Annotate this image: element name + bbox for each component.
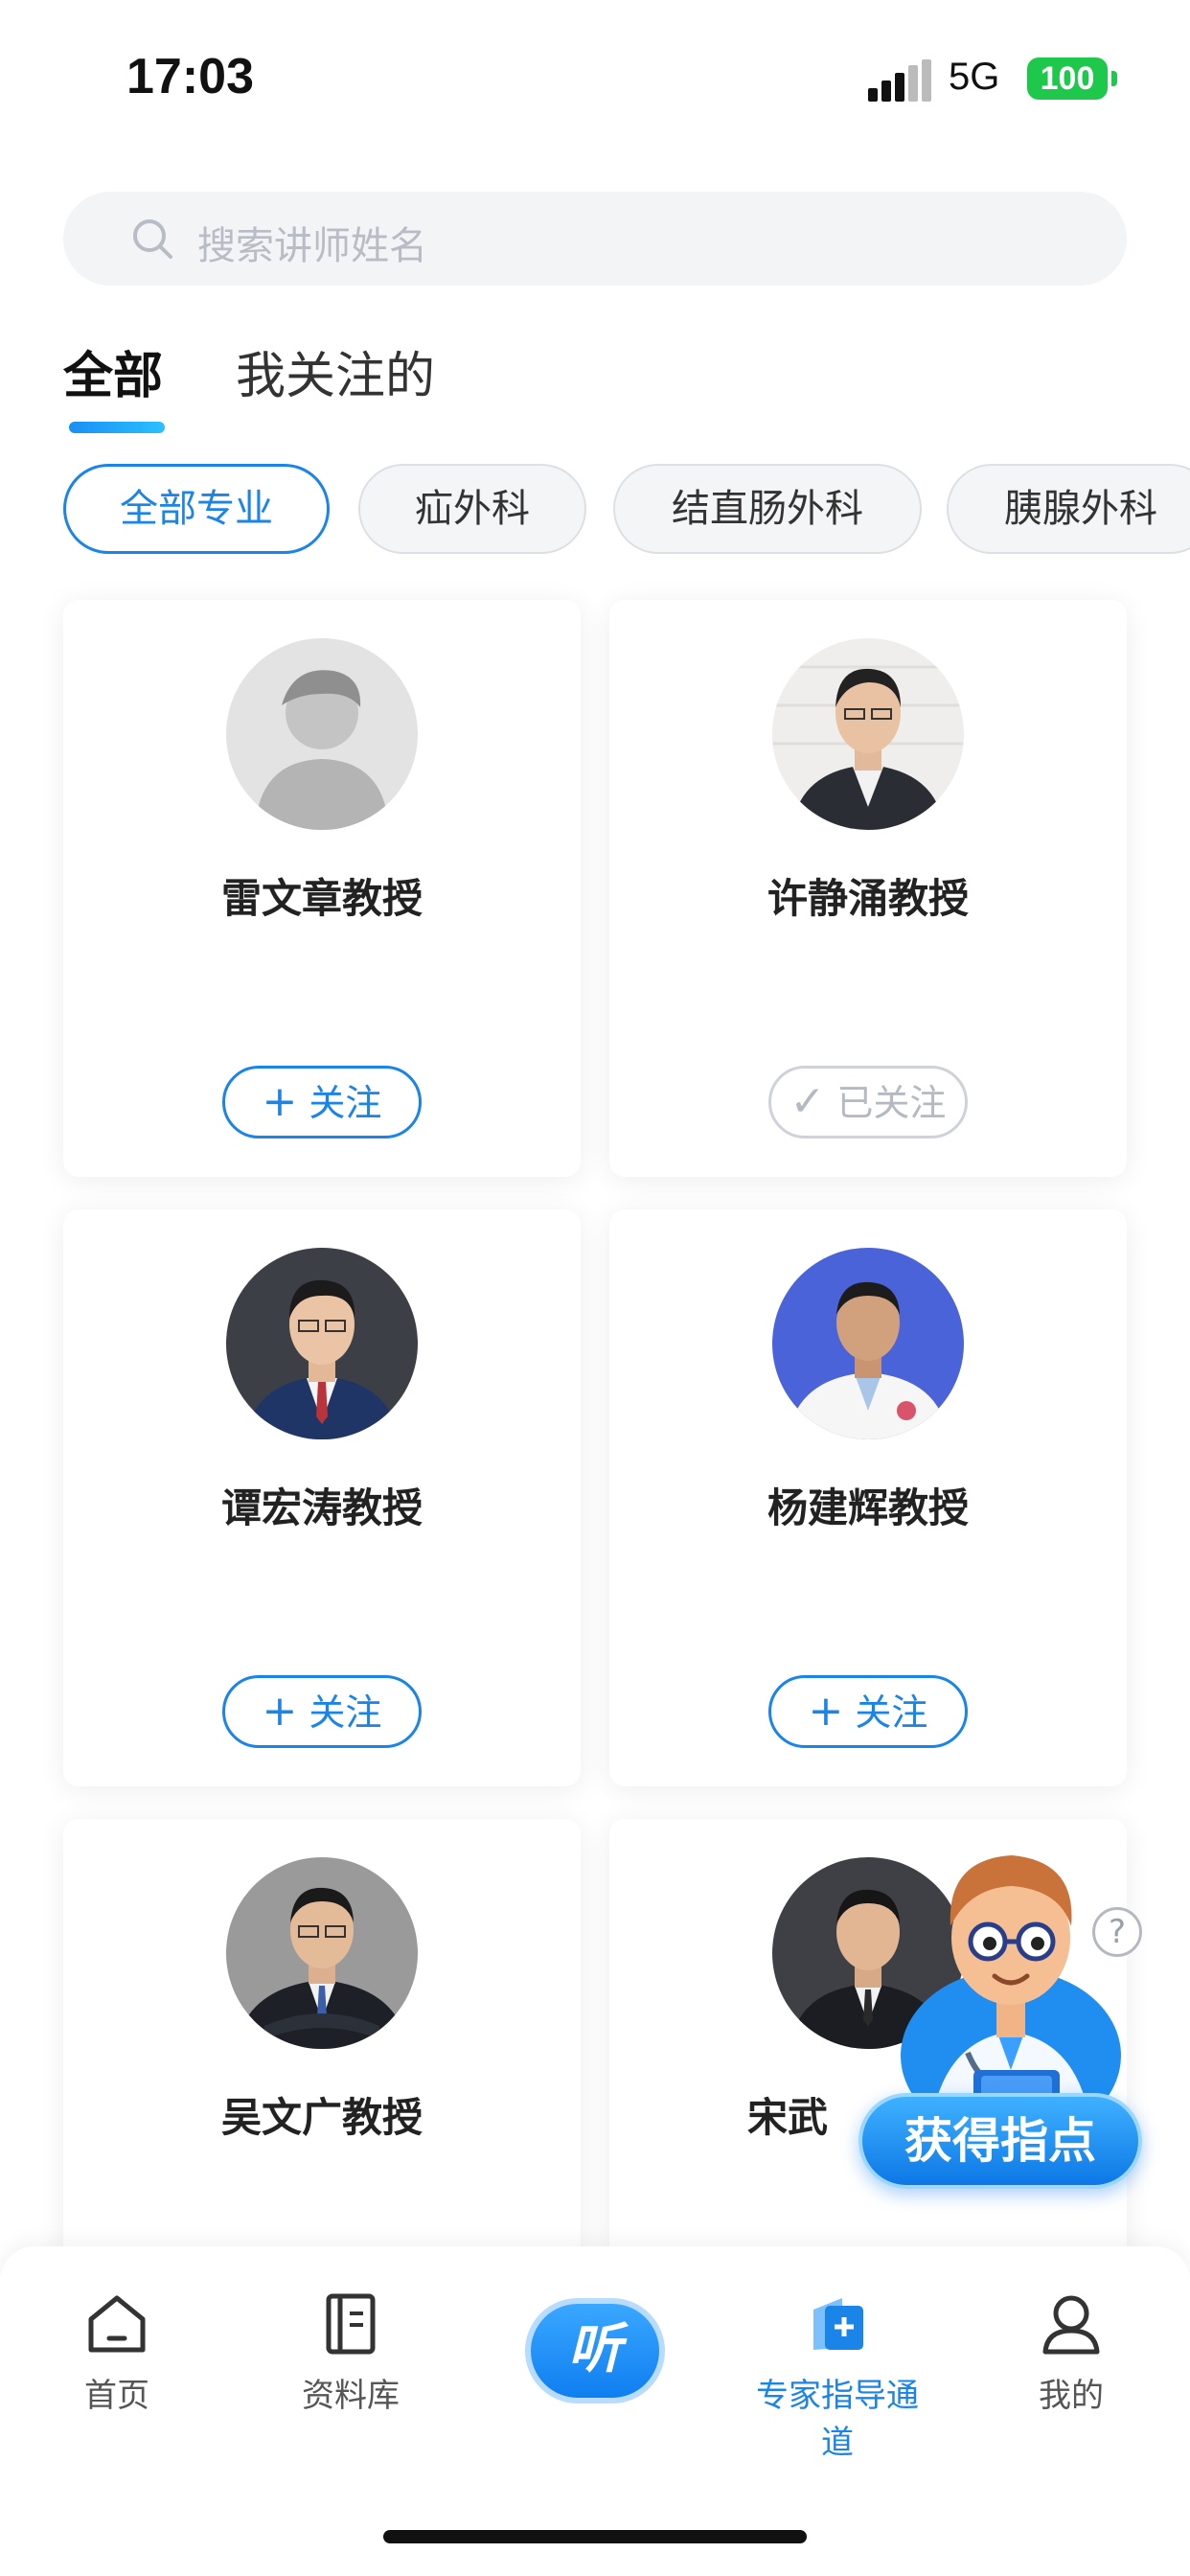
status-bar: 17:03 5G 100	[0, 0, 1190, 144]
signal-icon	[868, 59, 933, 102]
nav-home[interactable]: 首页	[21, 2290, 213, 2416]
avatar	[772, 1248, 964, 1439]
user-icon	[1042, 2295, 1100, 2355]
home-indicator	[383, 2530, 807, 2543]
avatar	[226, 1248, 418, 1439]
follow-button[interactable]: + 关注	[222, 1675, 422, 1748]
expert-name: 谭宏涛教授	[220, 1484, 423, 1531]
chip-all-specialties[interactable]: 全部专业	[63, 464, 330, 554]
nav-mine[interactable]: 我的	[975, 2290, 1167, 2416]
listen-button[interactable]: 听	[525, 2298, 665, 2404]
tab-all[interactable]: 全部	[63, 335, 163, 407]
plus-icon: +	[808, 1687, 844, 1736]
follow-label: 关注	[309, 1691, 382, 1734]
follow-label: 关注	[855, 1691, 928, 1734]
search-input[interactable]: 搜索讲师姓名	[63, 192, 1127, 286]
expert-guidance-icon	[813, 2298, 863, 2350]
network-label: 5G	[949, 56, 1000, 98]
nav-library-label: 资料库	[302, 2377, 400, 2415]
tab-following[interactable]: 我关注的	[236, 335, 435, 407]
expert-name: 杨建辉教授	[767, 1484, 969, 1531]
avatar	[226, 638, 418, 830]
check-icon: ✓	[790, 1077, 826, 1126]
avatar	[772, 638, 964, 830]
expert-name: 雷文章教授	[220, 875, 423, 922]
chip-pancreatic-surgery[interactable]: 胰腺外科	[947, 464, 1190, 554]
expert-card[interactable]: 许静涌教授 ✓ 已关注	[609, 600, 1127, 1177]
get-guidance-button[interactable]: 获得指点	[858, 2093, 1142, 2189]
chip-hernia-surgery[interactable]: 疝外科	[358, 464, 586, 554]
expert-card[interactable]: 杨建辉教授 + 关注	[609, 1209, 1127, 1786]
home-icon	[88, 2295, 146, 2353]
chip-colorectal-surgery[interactable]: 结直肠外科	[613, 464, 922, 554]
search-placeholder: 搜索讲师姓名	[197, 224, 427, 268]
search-icon	[133, 219, 172, 259]
book-icon	[326, 2293, 376, 2355]
status-time: 17:03	[126, 49, 254, 104]
expert-card[interactable]: 雷文章教授 + 关注	[63, 600, 581, 1177]
nav-library[interactable]: 资料库	[255, 2290, 446, 2416]
expert-card[interactable]: 谭宏涛教授 + 关注	[63, 1209, 581, 1786]
expert-name: 吴文广教授	[220, 2094, 423, 2141]
nav-mine-label: 我的	[1039, 2377, 1104, 2415]
battery-icon: 100	[1027, 58, 1117, 100]
follow-button[interactable]: + 关注	[768, 1675, 968, 1748]
follow-label: 已关注	[836, 1082, 947, 1124]
followed-button[interactable]: ✓ 已关注	[768, 1066, 968, 1138]
bottom-nav: 首页 资料库 听 专家指导通道 我的	[0, 2246, 1190, 2576]
avatar	[226, 1857, 418, 2049]
expert-name: 许静涌教授	[767, 875, 969, 922]
doctor-mascot-icon[interactable]	[891, 1830, 1131, 2137]
tab-bar: 全部 我关注的	[63, 335, 638, 441]
plus-icon: +	[262, 1687, 298, 1736]
tab-indicator	[69, 422, 165, 433]
plus-icon: +	[262, 1077, 298, 1126]
nav-expert-label: 专家指导通道	[756, 2377, 919, 2462]
follow-button[interactable]: + 关注	[222, 1066, 422, 1138]
follow-label: 关注	[309, 1082, 382, 1124]
specialty-filter: 全部专业 疝外科 结直肠外科 胰腺外科	[63, 462, 1190, 558]
nav-expert-guidance[interactable]: 专家指导通道	[742, 2290, 933, 2463]
nav-home-label: 首页	[84, 2377, 149, 2415]
